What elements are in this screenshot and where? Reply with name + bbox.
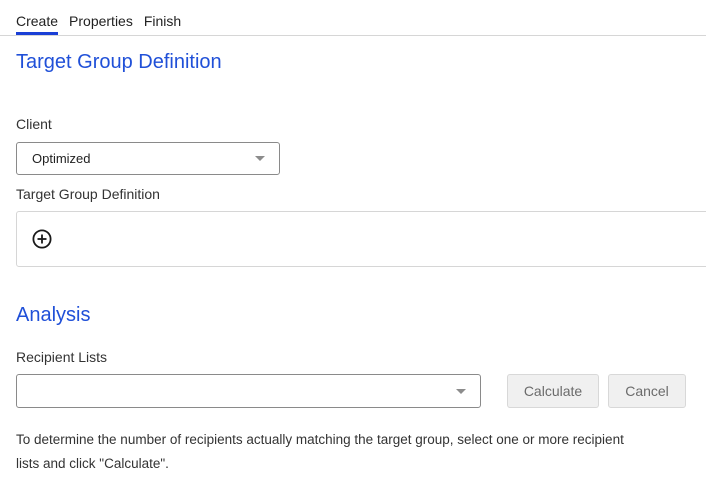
tab-bar-divider xyxy=(0,35,706,36)
plus-circle-icon[interactable] xyxy=(32,229,52,249)
tab-properties[interactable]: Properties xyxy=(69,13,133,33)
target-group-definition-label: Target Group Definition xyxy=(16,186,160,202)
recipient-lists-select[interactable] xyxy=(16,374,481,408)
client-select-value: Optimized xyxy=(32,151,91,166)
cancel-button[interactable]: Cancel xyxy=(608,374,686,408)
tab-create[interactable]: Create xyxy=(16,13,59,35)
analysis-help-text: To determine the number of recipients ac… xyxy=(16,432,624,471)
tab-finish[interactable]: Finish xyxy=(144,13,181,33)
client-label: Client xyxy=(16,116,52,132)
tab-bar: Create Properties Finish xyxy=(16,13,181,35)
client-select[interactable]: Optimized xyxy=(16,142,280,175)
recipient-lists-label: Recipient Lists xyxy=(16,349,108,365)
chevron-down-icon xyxy=(456,388,466,394)
calculate-button[interactable]: Calculate xyxy=(507,374,599,408)
section-title-target-group-definition: Target Group Definition xyxy=(16,51,222,73)
chevron-down-icon xyxy=(255,156,265,161)
target-group-definition-editor xyxy=(16,211,706,267)
section-title-analysis: Analysis xyxy=(16,304,91,326)
